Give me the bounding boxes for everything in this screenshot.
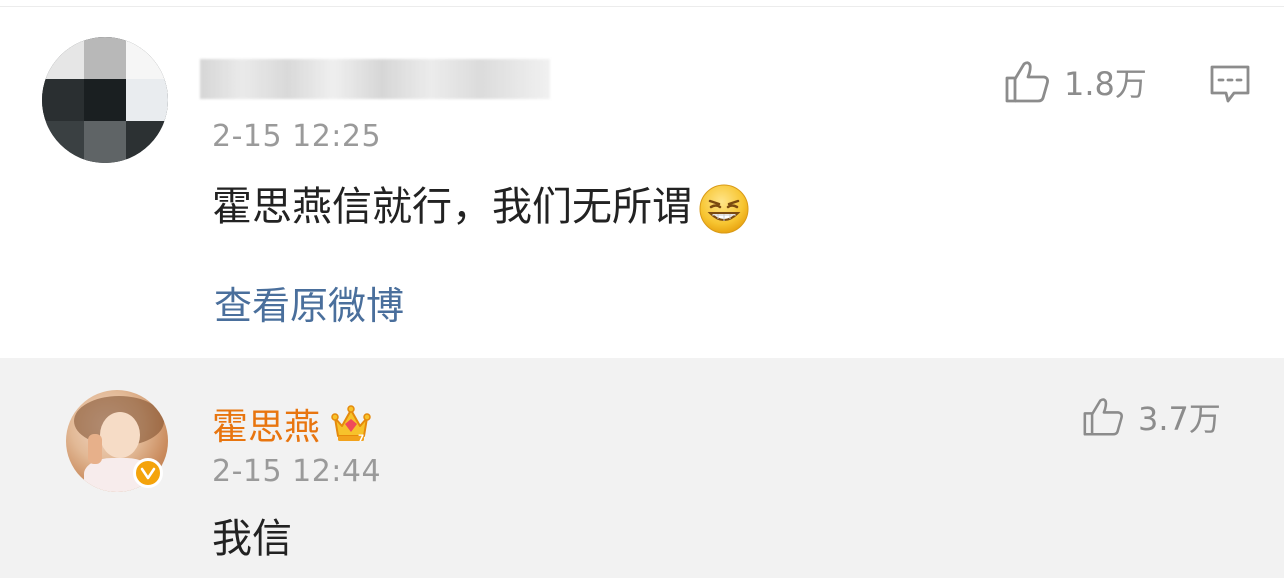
verified-badge-icon bbox=[133, 458, 163, 488]
comment-text-body: 霍思燕信就行，我们无所谓 bbox=[212, 184, 692, 230]
comment-text: 我信 bbox=[212, 516, 292, 562]
svg-text:7: 7 bbox=[358, 434, 364, 444]
thumbs-up-icon bbox=[1005, 61, 1049, 103]
username[interactable]: 霍思燕 7 bbox=[212, 398, 372, 450]
comment-item: 2-15 12:25 霍思燕信就行，我们无所谓 查看原微博 1.8万 bbox=[0, 7, 1284, 357]
username-redacted[interactable] bbox=[200, 59, 550, 99]
grin-squint-emoji-icon bbox=[699, 184, 749, 234]
crown-icon: 7 bbox=[331, 405, 371, 444]
comment-icon[interactable] bbox=[1208, 63, 1252, 107]
comment-text: 霍思燕信就行，我们无所谓 bbox=[212, 179, 750, 235]
comment-reply-item: 霍思燕 7 2-15 12:44 我信 3.7万 bbox=[0, 358, 1284, 578]
like-count: 3.7万 bbox=[1138, 400, 1221, 438]
comment-time: 2-15 12:25 bbox=[212, 119, 382, 154]
top-divider bbox=[0, 0, 1284, 7]
like-button[interactable]: 3.7万 bbox=[1082, 394, 1221, 440]
view-original-weibo-link[interactable]: 查看原微博 bbox=[214, 275, 404, 330]
like-count: 1.8万 bbox=[1064, 65, 1147, 103]
username-text: 霍思燕 bbox=[212, 407, 321, 448]
avatar[interactable] bbox=[42, 37, 168, 163]
like-button[interactable]: 1.8万 bbox=[1004, 59, 1147, 105]
thumbs-up-icon bbox=[1083, 398, 1123, 436]
comment-time: 2-15 12:44 bbox=[212, 454, 382, 489]
